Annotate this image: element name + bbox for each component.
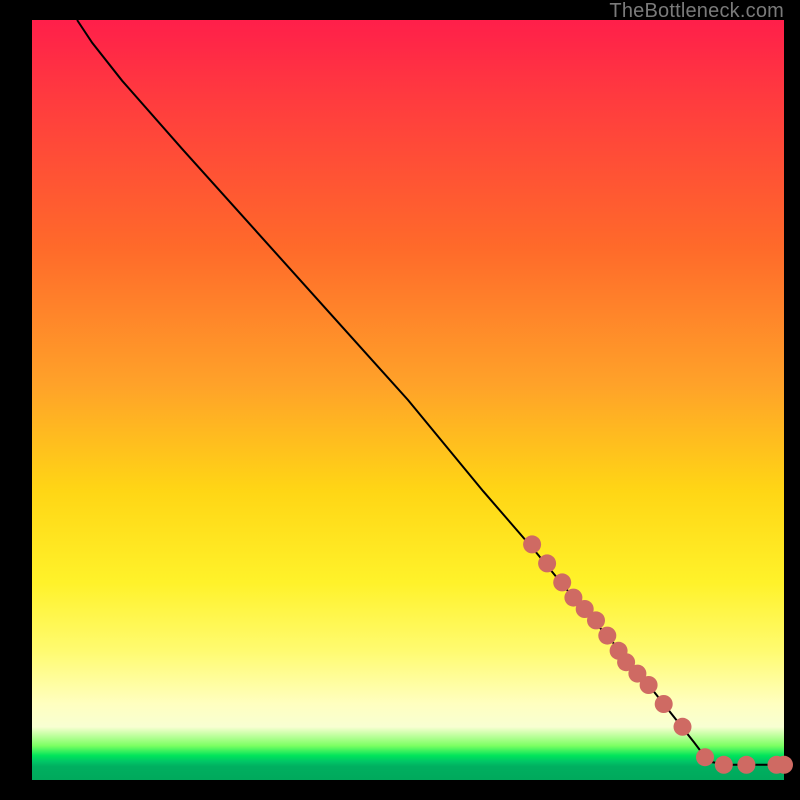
data-point (598, 627, 616, 645)
data-point (775, 756, 793, 774)
data-point (538, 554, 556, 572)
dot-group (523, 535, 793, 773)
data-point (553, 573, 571, 591)
data-point (715, 756, 733, 774)
chart-svg (32, 20, 784, 780)
data-point (587, 611, 605, 629)
data-point (737, 756, 755, 774)
data-point (696, 748, 714, 766)
data-point (523, 535, 541, 553)
bottleneck-curve (77, 20, 784, 765)
data-point (655, 695, 673, 713)
data-point (640, 676, 658, 694)
chart-container: TheBottleneck.com (0, 0, 800, 800)
data-point (674, 718, 692, 736)
plot-area (32, 20, 784, 780)
